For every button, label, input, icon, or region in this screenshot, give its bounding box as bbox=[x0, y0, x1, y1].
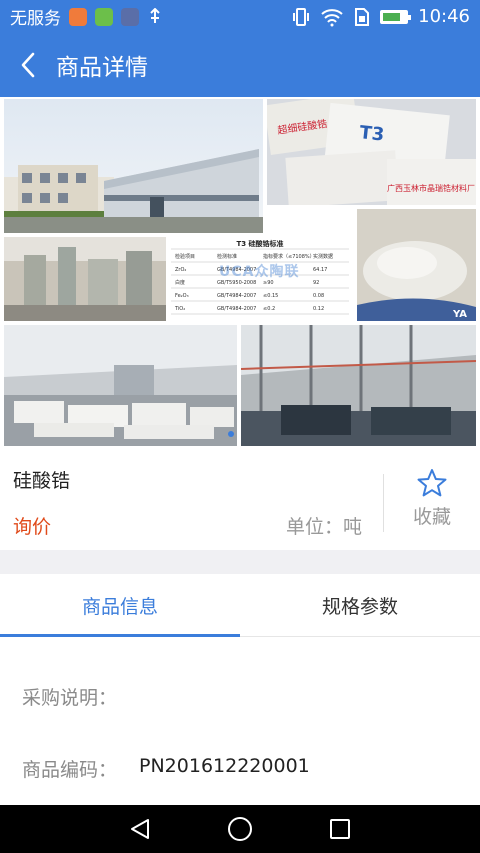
favorite-label: 收藏 bbox=[412, 506, 451, 528]
app-notification-icon bbox=[69, 7, 87, 26]
section-spacer bbox=[0, 550, 480, 574]
spec-table-cell: ≤0.2 bbox=[263, 306, 275, 312]
spec-table-header-cell: 指标要求（≤7108%） bbox=[263, 253, 315, 260]
product-code-label: 商品编码： bbox=[22, 759, 118, 781]
triangle-back-icon bbox=[131, 819, 149, 839]
spec-table-cell: ZrO₂ bbox=[175, 267, 186, 273]
product-info: 硅酸锆 询价 单位：吨 收藏 bbox=[0, 450, 480, 550]
svg-text:T3: T3 bbox=[358, 122, 385, 145]
purchase-note-label: 采购说明： bbox=[22, 687, 118, 709]
usb-icon bbox=[150, 7, 160, 23]
spec-table-header-cell: 检验项目 bbox=[175, 253, 195, 260]
battery-icon bbox=[380, 9, 412, 24]
product-name: 硅酸锆 bbox=[13, 470, 71, 492]
product-price: 询价 bbox=[13, 516, 52, 538]
product-code-row: 商品编码： PN201612220001 bbox=[22, 755, 310, 782]
factory-building-photo bbox=[4, 99, 263, 233]
spec-table-image: T3 硅酸锆标准 检验项目 检测标准 指标要求（≤7108%） 实测数据 ZrO₂ GB/… bbox=[167, 233, 353, 321]
product-detail-panel: 采购说明： 商品编码： PN201612220001 bbox=[0, 637, 480, 805]
workshop-photo bbox=[241, 325, 476, 446]
detail-tabs: 商品信息 规格参数 bbox=[0, 574, 480, 637]
square-recents-icon bbox=[330, 819, 350, 839]
tab-spec-params[interactable]: 规格参数 bbox=[240, 574, 480, 636]
svg-text:YA: YA bbox=[452, 309, 467, 320]
purchase-note-row: 采购说明： bbox=[22, 683, 139, 710]
tab-product-info[interactable]: 商品信息 bbox=[0, 574, 240, 637]
chevron-left-icon bbox=[21, 52, 35, 78]
machinery-photo bbox=[4, 237, 166, 321]
carrier-text: 无服务 bbox=[10, 9, 61, 29]
app-notification-icon bbox=[121, 7, 139, 26]
spec-table-cell: ≤0.15 bbox=[263, 293, 278, 299]
vibrate-icon bbox=[293, 7, 310, 26]
spec-table-cell: 64.17 bbox=[313, 267, 327, 273]
status-bar: 无服务 10:46 bbox=[0, 0, 480, 33]
app-notification-icon bbox=[95, 7, 113, 26]
spec-table-cell: Fe₂O₃ bbox=[175, 293, 189, 299]
system-nav-bar bbox=[0, 805, 480, 853]
product-unit: 单位：吨 bbox=[285, 516, 362, 538]
nav-home-button[interactable] bbox=[220, 809, 260, 849]
spec-table-cell: GB/T4984-2007 bbox=[217, 293, 256, 299]
svg-text:广西玉林市晶瑞锆材料厂: 广西玉林市晶瑞锆材料厂 bbox=[387, 183, 475, 193]
app-bar: 商品详情 bbox=[0, 33, 480, 97]
spec-table-cell: TiO₂ bbox=[174, 306, 185, 312]
spec-table-header-cell: 实测数据 bbox=[313, 253, 333, 260]
product-code-value: PN201612220001 bbox=[139, 755, 310, 777]
spec-table-header-cell: 检测标准 bbox=[217, 253, 237, 260]
wifi-icon bbox=[321, 8, 343, 26]
warehouse-photo bbox=[4, 325, 237, 446]
spec-table-cell: 0.12 bbox=[313, 306, 324, 312]
nav-recents-button[interactable] bbox=[320, 809, 360, 849]
star-icon bbox=[417, 469, 447, 497]
nav-back-button[interactable] bbox=[120, 809, 160, 849]
sim-icon bbox=[355, 7, 370, 26]
page-title: 商品详情 bbox=[56, 55, 148, 81]
spec-table-cell: GB/T4984-2007 bbox=[217, 306, 256, 312]
favorite-button[interactable]: 收藏 bbox=[384, 468, 480, 538]
circle-home-icon bbox=[228, 817, 252, 841]
product-image-gallery[interactable]: T3 广西玉林市晶瑞锆材料厂 超细硅酸锆 T3 硅酸锆标准 检验项目 检测标准 指标… bbox=[0, 97, 480, 450]
powder-sample-photo: YA bbox=[357, 209, 476, 321]
bagged-product-photo: T3 广西玉林市晶瑞锆材料厂 超细硅酸锆 bbox=[267, 99, 476, 205]
brand-watermark: UCA众陶联 bbox=[219, 264, 300, 280]
spec-table-cell: 0.08 bbox=[313, 293, 324, 299]
spec-table-cell: 92 bbox=[313, 280, 319, 286]
clock: 10:46 bbox=[418, 6, 470, 27]
spec-table-cell: 白度 bbox=[175, 279, 185, 286]
back-button[interactable] bbox=[0, 33, 56, 97]
gallery-page-indicator bbox=[228, 431, 234, 437]
